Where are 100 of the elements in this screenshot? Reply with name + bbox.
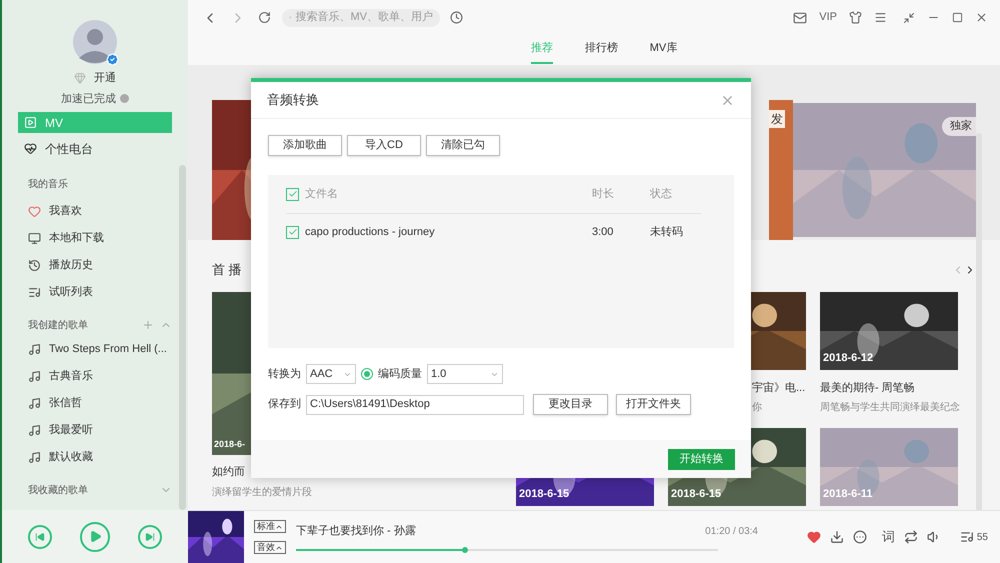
playlist-button[interactable]: 55 <box>960 530 988 544</box>
column-header: 文件名 <box>305 186 339 202</box>
time-display: 01:20 / 03:4 <box>705 525 758 540</box>
sidebar-item[interactable]: 我喜欢 <box>2 198 188 225</box>
dialog-button[interactable]: 添加歌曲 <box>268 135 342 156</box>
card-date: 2018-6-15 <box>519 487 570 502</box>
heart-icon <box>24 142 37 155</box>
card-date: 2018-6-12 <box>823 351 874 366</box>
refresh-icon[interactable] <box>258 11 271 24</box>
tab[interactable]: 排行榜 <box>584 35 618 64</box>
card-title: 最美的期待- 周笔畅 <box>820 380 916 396</box>
card-title: 如约而 <box>212 464 246 480</box>
path-field[interactable]: C:\Users\81491\Desktop <box>306 394 524 414</box>
playlist-item[interactable]: 我最爱听 <box>2 417 188 444</box>
avatar <box>73 20 117 64</box>
verified-badge-icon <box>106 53 119 66</box>
diamond-icon <box>74 72 86 84</box>
checkbox[interactable] <box>286 226 299 238</box>
playlist-item[interactable]: 默认收藏 <box>2 444 188 471</box>
check-icon <box>288 227 298 237</box>
scrollbar[interactable] <box>179 165 186 510</box>
menu-icon[interactable] <box>874 11 887 24</box>
heart-icon[interactable] <box>806 530 821 544</box>
format-select[interactable]: AAC <box>306 364 356 384</box>
close-icon[interactable] <box>975 11 988 24</box>
column-header: 状态 <box>650 186 672 202</box>
banner-tag: 发 <box>769 110 785 128</box>
mini-mode-icon[interactable] <box>903 12 915 24</box>
check-icon <box>288 189 298 199</box>
music-note-icon <box>28 424 41 437</box>
save-label: 保存到 <box>268 397 301 412</box>
quality-select[interactable]: 1.0 <box>427 364 503 384</box>
exclusive-badge: 独家 <box>942 117 976 136</box>
vip-link[interactable]: VIP <box>819 9 837 26</box>
sidebar-item[interactable]: 试听列表 <box>2 279 188 306</box>
playlist-item[interactable]: 古典音乐 <box>2 363 188 390</box>
card-date: 2018-6-11 <box>823 487 873 502</box>
section-title: 我创建的歌单 <box>28 318 89 332</box>
shirt-icon[interactable] <box>849 11 862 24</box>
mail-icon[interactable] <box>793 10 808 24</box>
sidebar-item[interactable]: 播放历史 <box>2 252 188 279</box>
file-duration: 3:00 <box>592 224 614 240</box>
file-name: capo productions - journey <box>305 224 436 240</box>
card-description: 周笔畅与学生共同演绎最美纪念 <box>820 400 958 415</box>
music-note-icon <box>28 370 41 383</box>
quality-button[interactable]: 标准 <box>254 520 286 533</box>
previous-button[interactable] <box>28 524 52 548</box>
play-button[interactable] <box>80 522 110 552</box>
music-note-icon <box>28 397 41 410</box>
monitor-icon <box>28 232 41 245</box>
section-title: 我的音乐 <box>27 178 69 192</box>
clock-icon[interactable] <box>450 11 463 24</box>
clock-icon <box>28 259 41 272</box>
effect-button[interactable]: 音效 <box>254 541 286 554</box>
playlist-icon <box>28 286 41 299</box>
song-title: 下辈子也要找到你 - 孙露 <box>296 524 417 539</box>
card-description: 演绎留学生的爱情片段 <box>212 486 313 500</box>
format-label: 转换为 <box>268 366 301 382</box>
playlist-item[interactable]: Two Steps From Hell (... <box>2 336 188 363</box>
video-icon <box>24 116 37 129</box>
playlist-item[interactable]: 张信哲 <box>2 390 188 417</box>
repeat-icon[interactable] <box>904 530 918 544</box>
card-date: 2018-6-15 <box>671 487 722 502</box>
tab[interactable]: MV库 <box>650 35 678 64</box>
maximize-icon[interactable] <box>952 12 963 23</box>
section-heading: 首 播 <box>212 261 243 279</box>
sidebar-item[interactable]: 本地和下载 <box>2 225 188 252</box>
music-note-icon <box>28 451 41 464</box>
radio-button[interactable] <box>361 368 373 380</box>
card-title: 宇宙》电... <box>752 380 806 396</box>
checkbox[interactable] <box>286 188 299 200</box>
dialog-button[interactable]: 清除已勾 <box>426 135 500 156</box>
quality-label: 编码质量 <box>378 366 422 382</box>
music-note-icon <box>28 343 41 356</box>
card-description: 你 <box>752 401 763 415</box>
next-icon <box>145 532 155 542</box>
status-text: 加速已完成 <box>61 92 116 106</box>
dialog-button[interactable]: 更改目录 <box>533 394 608 415</box>
scrollbar[interactable] <box>976 133 982 510</box>
more-icon[interactable] <box>852 530 867 544</box>
progress-thumb[interactable] <box>462 547 468 554</box>
previous-icon <box>35 532 45 542</box>
playlist-icon <box>960 530 974 544</box>
add-icon[interactable] <box>142 319 154 331</box>
heart-icon <box>28 205 41 218</box>
dialog-button[interactable]: 导入CD <box>347 135 421 156</box>
dialog-title: 音频转换 <box>267 91 320 110</box>
play-icon <box>88 530 102 543</box>
file-status: 未转码 <box>650 224 683 240</box>
progress-bar[interactable] <box>296 549 718 552</box>
status-icon <box>120 94 129 104</box>
nav-item[interactable]: 个性电台 <box>18 138 172 159</box>
section-title: 我收藏的歌单 <box>28 484 89 498</box>
card-date: 2018-6- <box>214 438 246 451</box>
download-icon[interactable] <box>830 530 844 544</box>
column-header: 时长 <box>592 186 615 202</box>
dialog-button[interactable]: 打开文件夹 <box>616 394 691 415</box>
vip-link[interactable]: 开通 <box>94 70 116 86</box>
next-button[interactable] <box>138 524 162 548</box>
lyrics-button[interactable]: 词 <box>882 527 895 547</box>
